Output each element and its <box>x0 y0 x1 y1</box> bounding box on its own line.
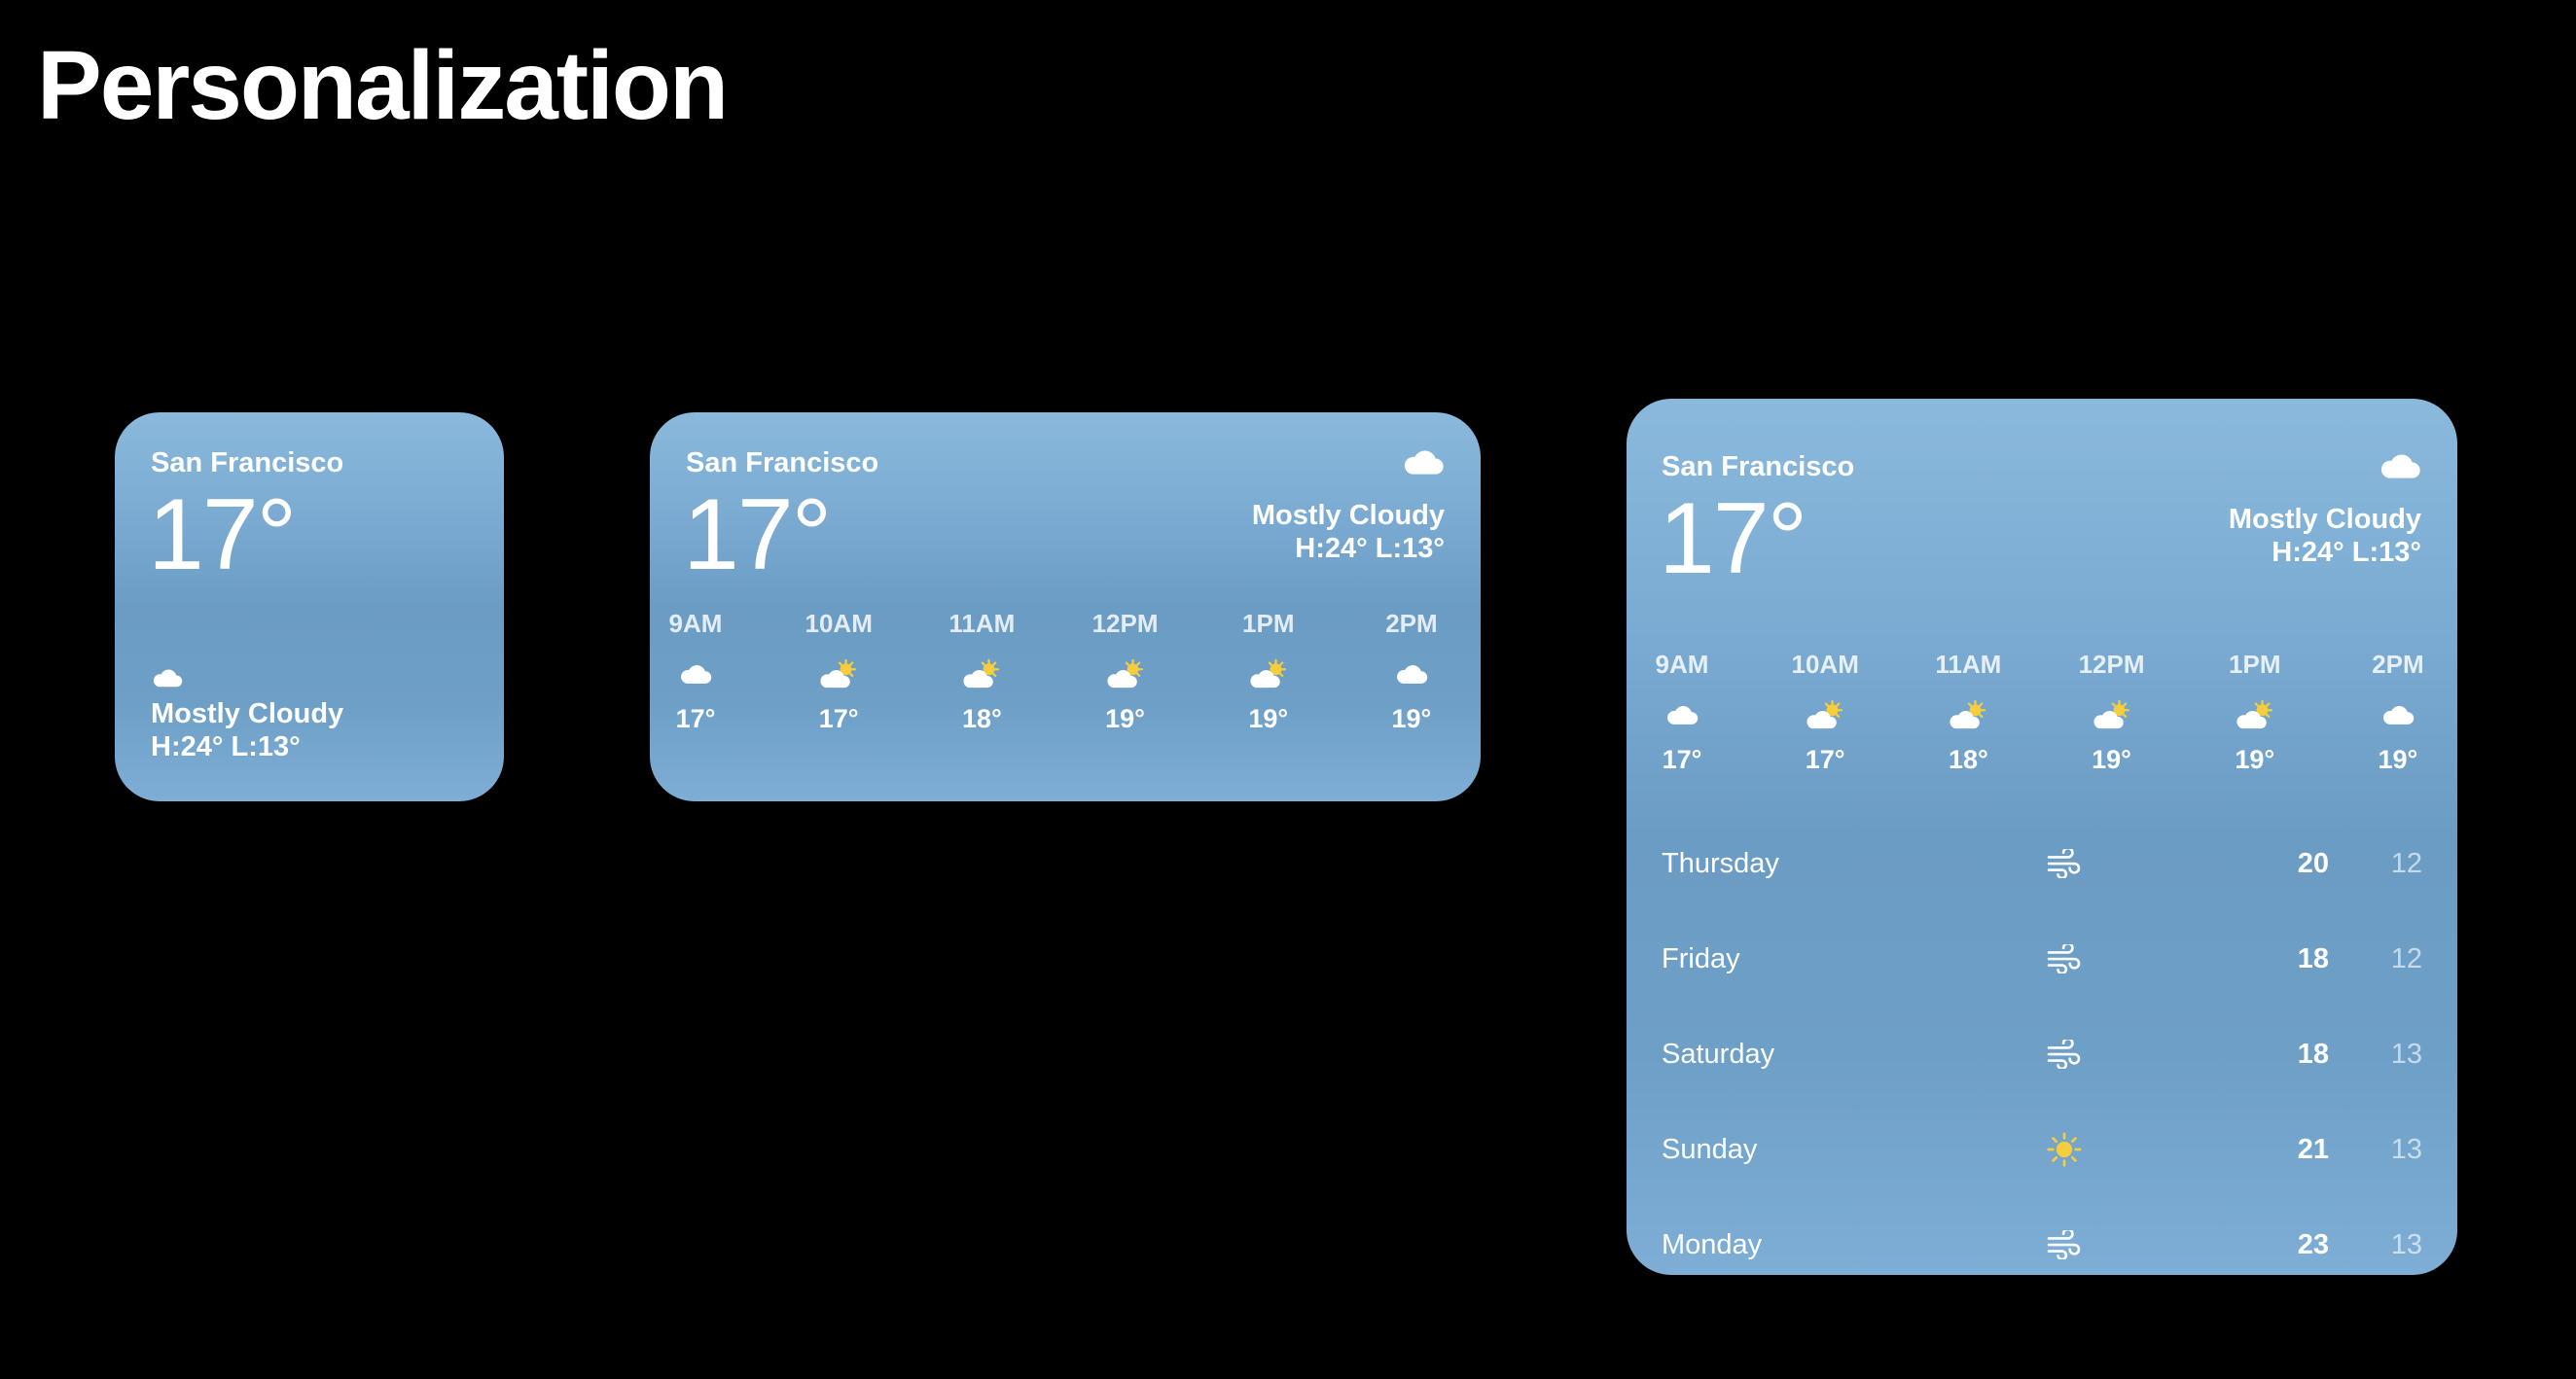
partly-sunny-icon <box>1924 692 2012 737</box>
hour-temp: 19° <box>2235 745 2275 774</box>
hourly-forecast: 9AM 17° 10AM 17° 11AM 18° 12PM 19° 1PM 19° 2PM 19° <box>652 609 1455 734</box>
hour-time: 11AM <box>1935 650 2002 679</box>
current-temp: 17° <box>1659 482 1807 595</box>
weather-widget-small[interactable]: San Francisco 17° Mostly Cloudy H:24° L:… <box>115 412 504 801</box>
cloud-icon <box>151 667 184 693</box>
wind-icon <box>2043 937 2086 980</box>
day-name: Saturday <box>1662 1039 1775 1070</box>
hour-temp: 19° <box>1105 704 1145 733</box>
hour-temp: 19° <box>1248 704 1289 733</box>
daily-row: Saturday 18 13 <box>1662 1009 2422 1105</box>
page-title: Personalization <box>37 31 729 140</box>
day-name: Friday <box>1662 943 1740 974</box>
wind-icon <box>2043 1033 2086 1076</box>
partly-sunny-icon <box>1225 652 1312 696</box>
hourly-item: 10AM 17° <box>795 609 882 734</box>
day-high: 20 <box>2297 848 2329 879</box>
cloud-icon <box>1368 652 1455 696</box>
hour-temp: 19° <box>1391 704 1432 733</box>
day-high: 21 <box>2297 1134 2329 1165</box>
hourly-item: 1PM 19° <box>2211 650 2299 775</box>
hour-time: 12PM <box>1091 609 1159 638</box>
daily-row: Sunday 21 13 <box>1662 1105 2422 1200</box>
hourly-item: 10AM 17° <box>1781 650 1869 775</box>
day-name: Monday <box>1662 1229 1763 1260</box>
hour-time: 12PM <box>2078 650 2145 679</box>
hour-temp: 18° <box>961 704 1002 733</box>
city-label: San Francisco <box>151 447 344 478</box>
condition-label: Mostly Cloudy <box>1251 500 1445 531</box>
day-name: Sunday <box>1662 1134 1758 1165</box>
day-high: 23 <box>2297 1229 2329 1260</box>
wind-icon <box>2043 1223 2086 1266</box>
daily-row: Friday 18 12 <box>1662 914 2422 1009</box>
day-low: 12 <box>2390 943 2422 974</box>
partly-sunny-icon <box>1082 652 1169 696</box>
hour-time: 2PM <box>2372 650 2424 679</box>
partly-sunny-icon <box>795 652 882 696</box>
weather-widget-large[interactable]: San Francisco 17° Mostly Cloudy H:24° L:… <box>1627 399 2457 1275</box>
partly-sunny-icon <box>938 652 1025 696</box>
hour-time: 2PM <box>1385 609 1438 638</box>
hour-time: 9AM <box>1655 650 1709 679</box>
hour-temp: 18° <box>1948 745 1988 774</box>
current-temp: 17° <box>683 478 832 591</box>
hour-time: 11AM <box>948 609 1016 638</box>
cloud-icon <box>2354 692 2442 737</box>
hour-time: 10AM <box>1791 650 1859 679</box>
day-high: 18 <box>2297 1039 2329 1070</box>
condition-label: Mostly Cloudy <box>2228 504 2421 535</box>
hourly-item: 1PM 19° <box>1225 609 1312 734</box>
cloud-icon <box>1401 447 1446 481</box>
cloud-icon <box>1638 692 1726 737</box>
hour-temp: 17° <box>1805 745 1845 774</box>
hour-temp: 17° <box>818 704 859 733</box>
hourly-item: 12PM 19° <box>2068 650 2156 775</box>
weather-widget-medium[interactable]: San Francisco 17° Mostly Cloudy H:24° L:… <box>650 412 1481 801</box>
day-name: Thursday <box>1662 848 1779 879</box>
day-high: 18 <box>2297 943 2329 974</box>
hilo-label: H:24° L:13° <box>2272 537 2421 568</box>
hour-temp: 19° <box>2092 745 2131 774</box>
day-low: 13 <box>2390 1134 2422 1165</box>
partly-sunny-icon <box>2211 692 2299 737</box>
current-temp: 17° <box>148 478 297 591</box>
hourly-item: 2PM 19° <box>2354 650 2442 775</box>
hourly-item: 9AM 17° <box>1638 650 1726 775</box>
hilo-label: H:24° L:13° <box>151 731 301 762</box>
day-low: 12 <box>2390 848 2422 879</box>
day-low: 13 <box>2390 1229 2422 1260</box>
hourly-item: 12PM 19° <box>1082 609 1169 734</box>
hourly-forecast: 9AM 17° 10AM 17° 11AM 18° 12PM 19° 1PM 19° 2PM 19° <box>1638 650 2442 775</box>
daily-forecast: Thursday 20 12 Friday 18 12 Saturday 18 13 Sunday… <box>1662 819 2422 1275</box>
hour-time: 9AM <box>668 609 723 638</box>
hour-time: 1PM <box>1242 609 1295 638</box>
partly-sunny-icon <box>2068 692 2156 737</box>
daily-row: Thursday 20 12 <box>1662 819 2422 914</box>
hourly-item: 2PM 19° <box>1368 609 1455 734</box>
hourly-item: 11AM 18° <box>1924 650 2012 775</box>
partly-sunny-icon <box>1781 692 1869 737</box>
daily-row: Monday 23 13 <box>1662 1200 2422 1275</box>
city-label: San Francisco <box>686 447 879 478</box>
sun-icon <box>2043 1128 2086 1171</box>
day-low: 13 <box>2390 1039 2422 1070</box>
hilo-label: H:24° L:13° <box>1295 533 1445 564</box>
hour-time: 10AM <box>805 609 873 638</box>
cloud-icon <box>652 652 739 696</box>
hour-temp: 19° <box>2378 745 2418 774</box>
hour-time: 1PM <box>2229 650 2281 679</box>
hour-temp: 17° <box>1662 745 1702 774</box>
city-label: San Francisco <box>1662 451 1855 482</box>
hour-temp: 17° <box>675 704 716 733</box>
cloud-icon <box>2378 451 2422 485</box>
wind-icon <box>2043 842 2086 885</box>
hourly-item: 11AM 18° <box>938 609 1025 734</box>
condition-label: Mostly Cloudy <box>151 698 344 729</box>
hourly-item: 9AM 17° <box>652 609 739 734</box>
